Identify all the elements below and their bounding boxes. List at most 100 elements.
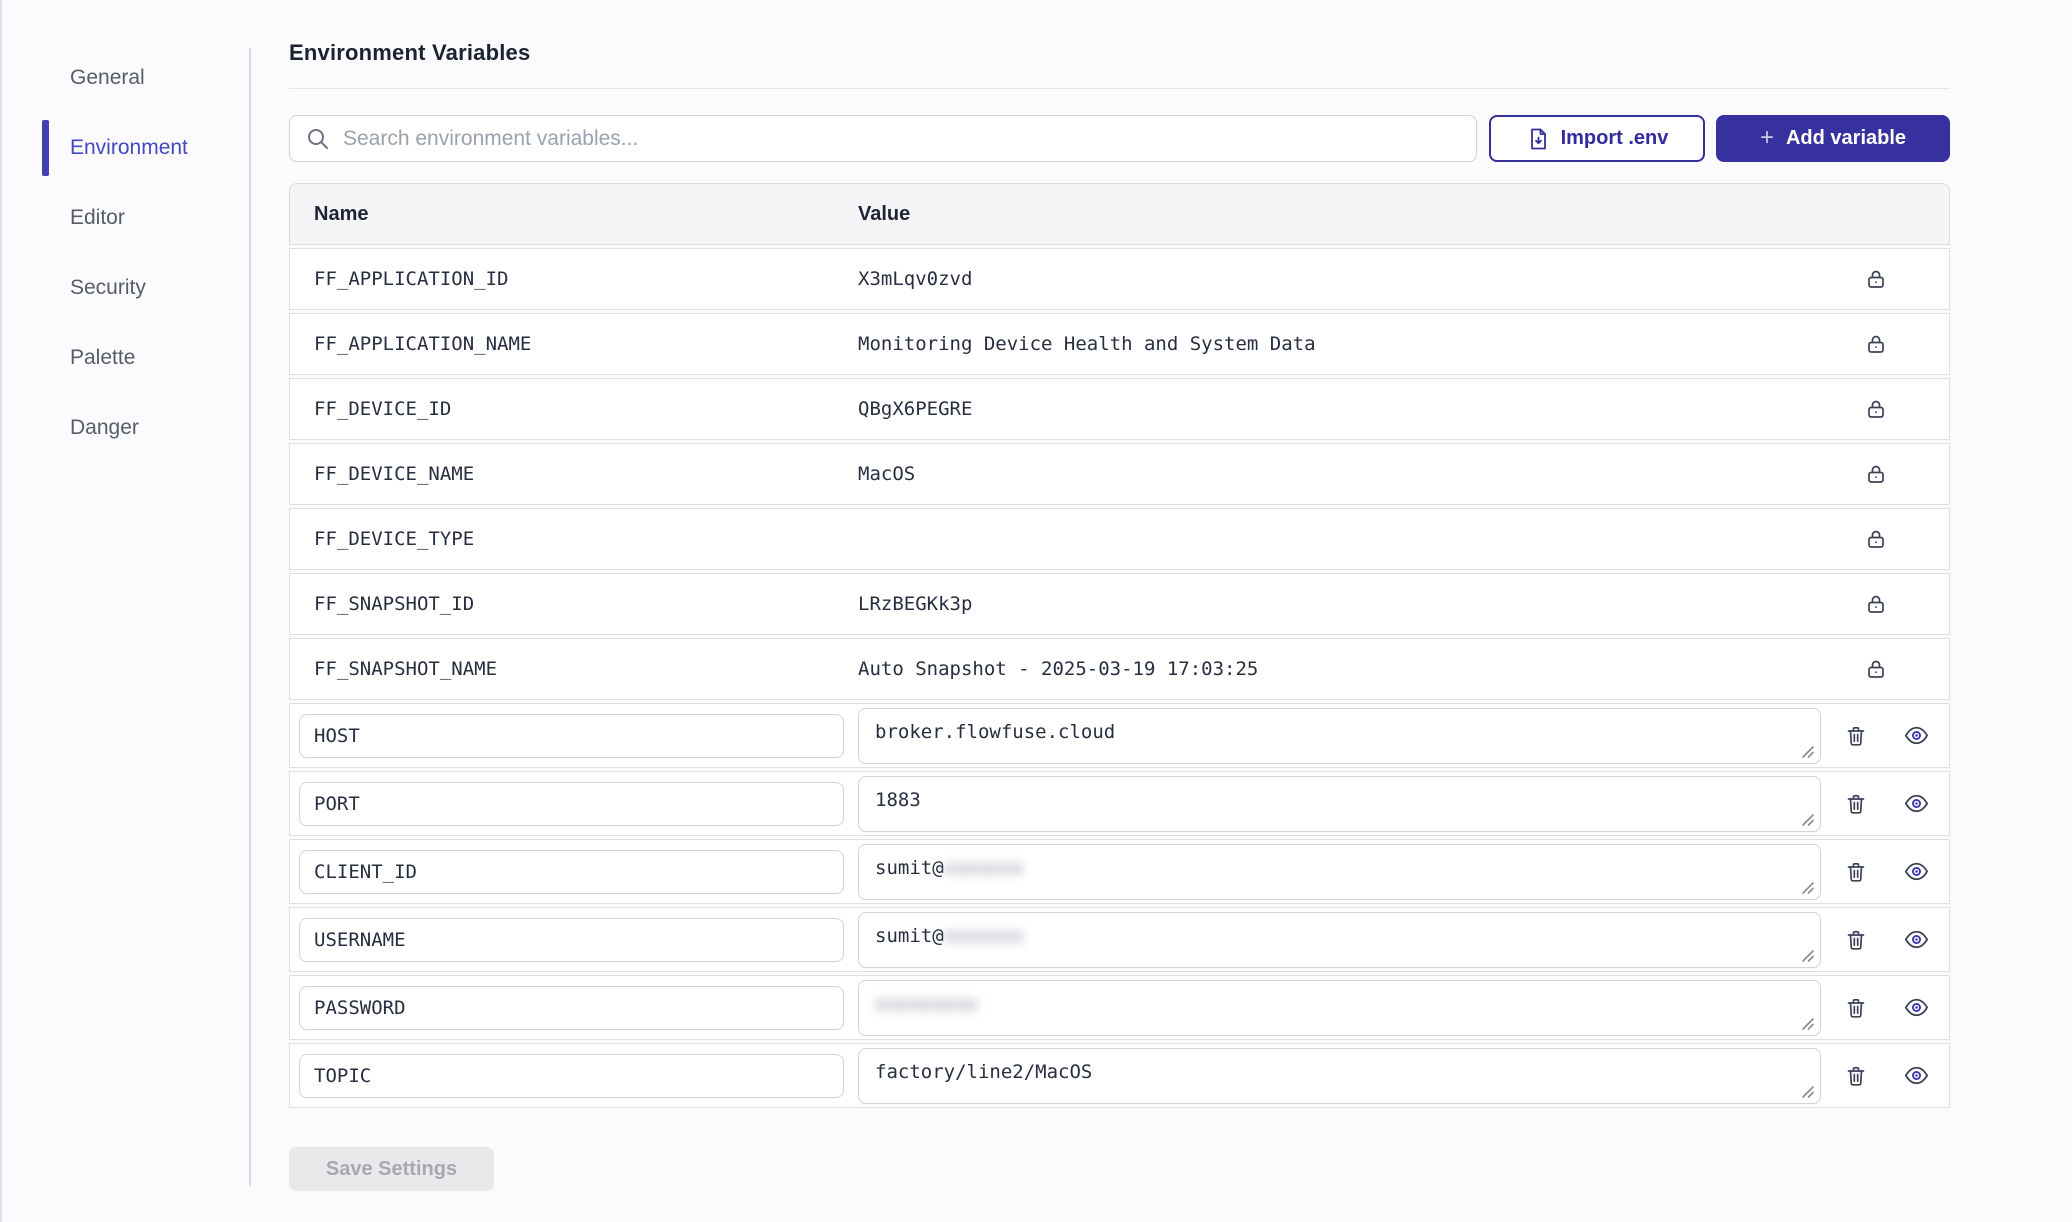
sidebar-item-label: Environment <box>70 136 188 160</box>
env-var-row: broker.flowfuse.cloud <box>289 703 1950 768</box>
toggle-visibility-button[interactable] <box>1897 785 1935 823</box>
title-divider <box>289 88 1950 89</box>
sidebar-item-danger[interactable]: Danger <box>42 408 232 448</box>
env-var-row: factory/line2/MacOS <box>289 1043 1950 1108</box>
var-name: FF_APPLICATION_ID <box>290 268 858 290</box>
env-var-row: 1883 <box>289 771 1950 836</box>
var-value-textarea[interactable]: broker.flowfuse.cloud <box>858 708 1821 764</box>
search-input[interactable] <box>343 127 1460 151</box>
redacted-value: xxxxxxx <box>944 925 1024 947</box>
var-value-text: factory/line2/MacOS <box>875 1061 1092 1083</box>
var-name: FF_APPLICATION_NAME <box>290 333 858 355</box>
toggle-visibility-button[interactable] <box>1897 853 1935 891</box>
var-name-input[interactable] <box>299 782 844 826</box>
sidebar-item-label: Security <box>70 276 146 300</box>
var-value: QBgX6PEGRE <box>858 398 1856 420</box>
eye-icon <box>1904 723 1929 748</box>
table-header: Name Value <box>289 183 1950 245</box>
var-value-text: broker.flowfuse.cloud <box>875 721 1115 743</box>
var-value-textarea[interactable]: sumit@xxxxxxx <box>858 912 1821 968</box>
var-name: FF_DEVICE_ID <box>290 398 858 420</box>
resize-handle-icon[interactable] <box>1800 1084 1815 1099</box>
import-env-button[interactable]: Import .env <box>1489 115 1705 162</box>
var-name: FF_SNAPSHOT_NAME <box>290 658 858 680</box>
table-row: FF_SNAPSHOT_ID LRzBEGKk3p <box>289 573 1950 635</box>
sidebar-item-general[interactable]: General <box>42 58 232 98</box>
search-field <box>289 115 1477 162</box>
toggle-visibility-button[interactable] <box>1897 717 1935 755</box>
eye-icon <box>1904 927 1929 952</box>
env-var-row: sumit@xxxxxxx <box>289 907 1950 972</box>
toggle-visibility-button[interactable] <box>1897 989 1935 1027</box>
var-value-textarea[interactable]: xxxxxxxxx <box>858 980 1821 1036</box>
add-variable-button[interactable]: + Add variable <box>1716 115 1950 162</box>
trash-icon <box>1844 996 1868 1020</box>
table-row: FF_DEVICE_ID QBgX6PEGRE <box>289 378 1950 440</box>
var-name: FF_DEVICE_NAME <box>290 463 858 485</box>
delete-variable-button[interactable] <box>1837 1057 1875 1095</box>
resize-handle-icon[interactable] <box>1800 812 1815 827</box>
delete-variable-button[interactable] <box>1837 785 1875 823</box>
toolbar: Import .env + Add variable <box>289 115 1950 162</box>
sidebar-item-label: Danger <box>70 416 139 440</box>
table-row: FF_DEVICE_NAME MacOS <box>289 443 1950 505</box>
table-row: FF_DEVICE_TYPE <box>289 508 1950 570</box>
eye-icon <box>1904 1063 1929 1088</box>
trash-icon <box>1844 928 1868 952</box>
var-value-textarea[interactable]: sumit@xxxxxxx <box>858 844 1821 900</box>
sidebar-item-label: General <box>70 66 145 90</box>
var-name-input[interactable] <box>299 986 844 1030</box>
var-name-input[interactable] <box>299 850 844 894</box>
resize-handle-icon[interactable] <box>1800 1016 1815 1031</box>
eye-icon <box>1904 859 1929 884</box>
eye-icon <box>1904 995 1929 1020</box>
var-value-textarea[interactable]: 1883 <box>858 776 1821 832</box>
var-name-input[interactable] <box>299 1054 844 1098</box>
sidebar-divider <box>249 48 251 1186</box>
env-var-row: sumit@xxxxxxx <box>289 839 1950 904</box>
var-name-input[interactable] <box>299 918 844 962</box>
save-settings-button[interactable]: Save Settings <box>289 1147 494 1191</box>
search-icon <box>306 127 330 151</box>
delete-variable-button[interactable] <box>1837 717 1875 755</box>
table-row: FF_APPLICATION_ID X3mLqv0zvd <box>289 248 1950 310</box>
table-row: FF_APPLICATION_NAME Monitoring Device He… <box>289 313 1950 375</box>
import-env-label: Import .env <box>1561 127 1669 150</box>
resize-handle-icon[interactable] <box>1800 948 1815 963</box>
var-value: Monitoring Device Health and System Data <box>858 333 1856 355</box>
lock-icon <box>1856 592 1896 616</box>
redacted-value: xxxxxxxxx <box>875 993 978 1015</box>
delete-variable-button[interactable] <box>1837 989 1875 1027</box>
delete-variable-button[interactable] <box>1837 921 1875 959</box>
var-name: FF_DEVICE_TYPE <box>290 528 858 550</box>
trash-icon <box>1844 1064 1868 1088</box>
sidebar-item-editor[interactable]: Editor <box>42 198 232 238</box>
var-value: X3mLqv0zvd <box>858 268 1856 290</box>
sidebar-item-label: Editor <box>70 206 125 230</box>
column-header-value: Value <box>858 203 910 226</box>
eye-icon <box>1904 791 1929 816</box>
env-var-row: xxxxxxxxx <box>289 975 1950 1040</box>
import-file-icon <box>1526 127 1550 151</box>
lock-icon <box>1856 462 1896 486</box>
toggle-visibility-button[interactable] <box>1897 1057 1935 1095</box>
sidebar-item-label: Palette <box>70 346 135 370</box>
var-name-input[interactable] <box>299 714 844 758</box>
lock-icon <box>1856 332 1896 356</box>
var-value: Auto Snapshot - 2025-03-19 17:03:25 <box>858 658 1856 680</box>
var-value-textarea[interactable]: factory/line2/MacOS <box>858 1048 1821 1104</box>
sidebar-item-security[interactable]: Security <box>42 268 232 308</box>
trash-icon <box>1844 860 1868 884</box>
toggle-visibility-button[interactable] <box>1897 921 1935 959</box>
sidebar-item-environment[interactable]: Environment <box>42 128 232 168</box>
table-row: FF_SNAPSHOT_NAME Auto Snapshot - 2025-03… <box>289 638 1950 700</box>
sidebar-item-palette[interactable]: Palette <box>42 338 232 378</box>
environment-variables-panel: Environment Variables Import .env + Add … <box>289 40 1950 1191</box>
resize-handle-icon[interactable] <box>1800 744 1815 759</box>
settings-page: General Environment Editor Security Pale… <box>0 0 2072 1222</box>
var-value-text: sumit@ <box>875 857 944 879</box>
trash-icon <box>1844 792 1868 816</box>
var-value: MacOS <box>858 463 1856 485</box>
delete-variable-button[interactable] <box>1837 853 1875 891</box>
resize-handle-icon[interactable] <box>1800 880 1815 895</box>
